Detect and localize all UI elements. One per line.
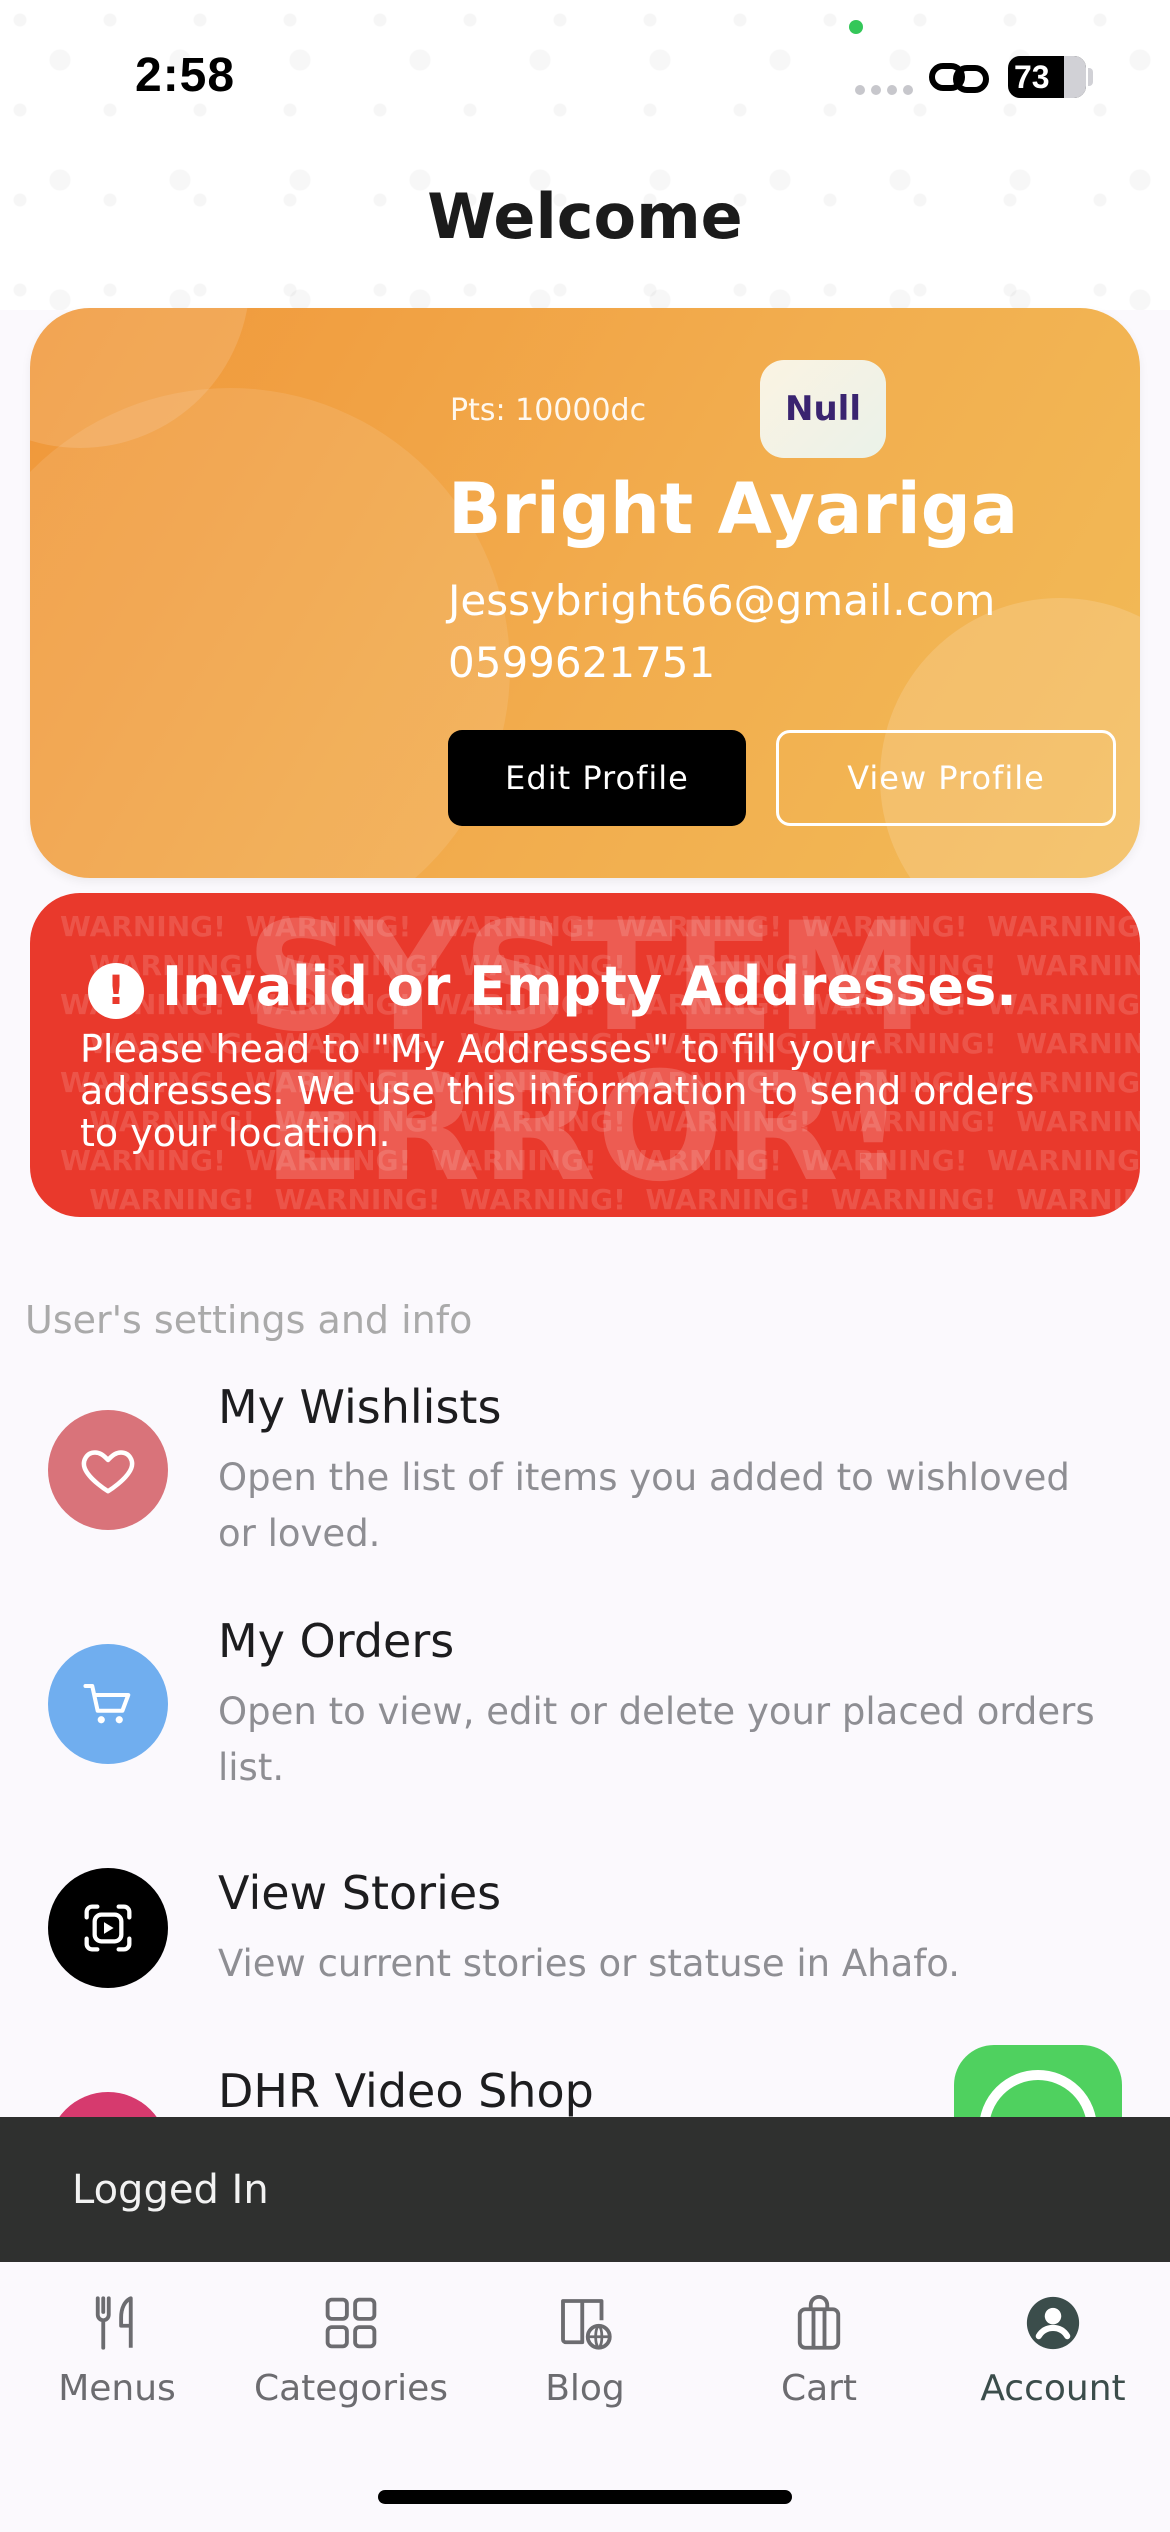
book-globe-icon xyxy=(561,2299,612,2350)
menu-title: My Wishlists xyxy=(218,1380,502,1434)
edit-profile-button[interactable]: Edit Profile xyxy=(448,730,746,826)
snackbar: Logged In xyxy=(0,2117,1170,2262)
points-label: Pts: 10000dc xyxy=(450,393,647,428)
menu-title: My Orders xyxy=(218,1614,455,1668)
user-name: Bright Ayariga xyxy=(448,468,1019,550)
nav-label: Categories xyxy=(253,2368,449,2409)
page-title: Welcome xyxy=(427,180,743,253)
bag-icon xyxy=(797,2295,841,2350)
link-icon xyxy=(929,63,989,93)
menu-title: DHR Video Shop xyxy=(218,2064,594,2118)
user-phone: 0599621751 xyxy=(448,638,716,687)
signal-icon xyxy=(855,85,913,95)
menu-title: View Stories xyxy=(218,1866,502,1920)
home-indicator xyxy=(378,2490,792,2504)
grid-icon xyxy=(325,2297,377,2349)
battery-icon: 73 xyxy=(1008,56,1086,98)
menu-description: Open the list of items you added to wish… xyxy=(218,1456,1070,1555)
fork-knife-icon xyxy=(95,2296,133,2350)
view-profile-button[interactable]: View Profile xyxy=(776,730,1116,826)
menu-item-wishlists[interactable]: My Wishlists Open the list of items you … xyxy=(0,1380,1170,1580)
stories-icon xyxy=(48,1868,168,1988)
cart-icon xyxy=(48,1644,168,1764)
account-icon xyxy=(1026,2296,1080,2350)
settings-section-label: User's settings and info xyxy=(25,1298,473,1342)
nav-item-blog[interactable]: Blog xyxy=(468,2290,702,2440)
snackbar-message: Logged In xyxy=(72,2167,269,2213)
menu-description: View current stories or statuse in Ahafo… xyxy=(218,1942,961,1985)
nav-item-menus[interactable]: Menus xyxy=(0,2290,234,2440)
menu-item-orders[interactable]: My Orders Open to view, edit or delete y… xyxy=(0,1614,1170,1814)
exclamation-icon: ! xyxy=(88,963,144,1019)
user-email: Jessybright66@gmail.com xyxy=(448,576,996,625)
menu-description: Open to view, edit or delete your placed… xyxy=(218,1690,1095,1789)
camera-indicator xyxy=(849,20,863,34)
nav-item-account[interactable]: Account xyxy=(936,2290,1170,2440)
address-warning-banner[interactable]: WARNING! WARNING! WARNING! WARNING! WARN… xyxy=(30,893,1140,1217)
warning-title: Invalid or Empty Addresses. xyxy=(162,955,1017,1018)
tier-badge: Null xyxy=(760,360,886,458)
battery-level: 73 xyxy=(1014,59,1050,95)
nav-item-cart[interactable]: Cart xyxy=(702,2290,936,2440)
status-bar: 2:58 73 xyxy=(0,0,1170,160)
nav-label: Account xyxy=(980,2368,1126,2409)
profile-card: Pts: 10000dc Null Bright Ayariga Jessybr… xyxy=(30,308,1140,878)
warning-body: Please head to "My Addresses" to fill yo… xyxy=(80,1027,1035,1155)
nav-label: Blog xyxy=(545,2368,625,2409)
heart-icon xyxy=(48,1410,168,1530)
menu-item-stories[interactable]: View Stories View current stories or sta… xyxy=(0,1866,1170,2016)
nav-label: Menus xyxy=(58,2368,176,2409)
status-time: 2:58 xyxy=(135,49,236,102)
nav-label: Cart xyxy=(780,2368,858,2409)
nav-item-categories[interactable]: Categories xyxy=(234,2290,468,2440)
